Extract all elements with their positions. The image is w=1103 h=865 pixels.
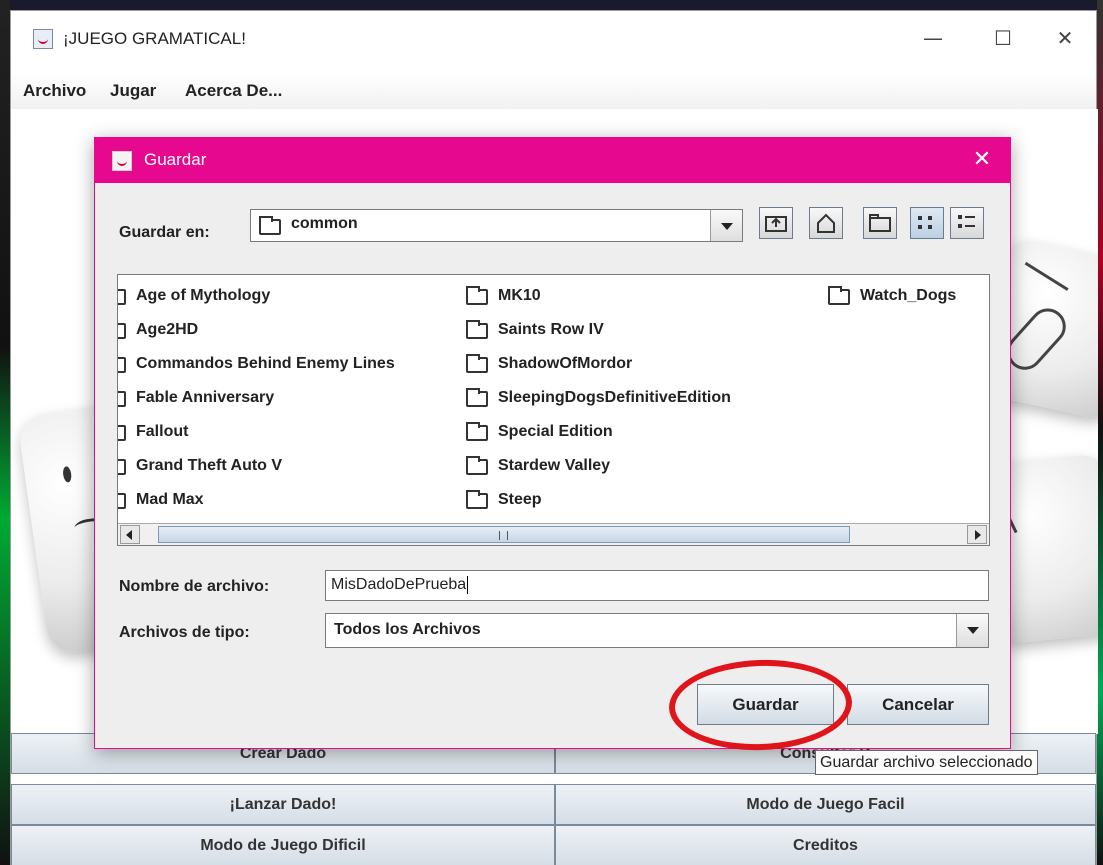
filename-input[interactable]: MisDadoDePrueba <box>325 570 989 601</box>
text-caret <box>467 576 469 594</box>
look-in-label: Guardar en: <box>119 224 210 241</box>
folder-icon <box>466 354 488 373</box>
minimize-button[interactable]: — <box>910 21 956 55</box>
maximize-button[interactable]: ☐ <box>980 21 1026 55</box>
scroll-left-icon[interactable] <box>120 525 140 544</box>
folder-icon <box>118 323 126 339</box>
filetype-combo[interactable]: Todos los Archivos <box>325 613 989 648</box>
java-app-icon <box>112 151 132 171</box>
grip-icon <box>499 531 508 540</box>
list-view-button[interactable] <box>910 207 944 239</box>
folder-icon <box>259 216 281 235</box>
tooltip: Guardar archivo seleccionado <box>815 750 1038 775</box>
folder-icon <box>466 456 488 475</box>
modo-juego-facil-button[interactable]: Modo de Juego Facil <box>555 784 1096 825</box>
folder-icon <box>466 320 488 339</box>
filename-value: MisDadoDePrueba <box>331 576 467 594</box>
lanzar-dado-button[interactable]: ¡Lanzar Dado! <box>11 784 555 825</box>
main-title-bar: ¡JUEGO GRAMATICAL! — ☐ ✕ <box>11 11 1096 73</box>
folder-icon <box>118 357 126 373</box>
chevron-down-icon[interactable] <box>956 614 988 647</box>
up-one-level-icon <box>765 216 787 232</box>
dialog-title-bar: Guardar ✕ <box>95 138 1010 183</box>
scroll-right-icon[interactable] <box>967 525 987 544</box>
folder-icon <box>828 286 850 305</box>
menu-archivo[interactable]: Archivo <box>23 81 86 101</box>
menu-jugar[interactable]: Jugar <box>110 81 156 101</box>
filename-label: Nombre de archivo: <box>119 578 270 595</box>
desktop-edge-left <box>0 0 10 865</box>
home-icon <box>817 213 835 233</box>
folder-icon <box>118 289 126 305</box>
folder-icon <box>466 490 488 509</box>
menu-acerca-de[interactable]: Acerca De... <box>185 81 282 101</box>
main-window-title: ¡JUEGO GRAMATICAL! <box>63 29 246 48</box>
folder-icon <box>118 459 126 475</box>
horizontal-scrollbar[interactable] <box>118 523 989 545</box>
list-view-icon <box>918 216 932 229</box>
new-folder-icon <box>869 214 891 232</box>
home-button[interactable] <box>809 207 843 239</box>
look-in-value: common <box>291 215 358 232</box>
details-view-button[interactable] <box>950 207 984 239</box>
folder-icon <box>466 388 488 407</box>
folder-icon <box>118 493 126 509</box>
dialog-title: Guardar <box>144 150 207 169</box>
scrollbar-thumb[interactable] <box>158 526 850 543</box>
details-view-icon <box>958 215 975 228</box>
new-folder-button[interactable] <box>863 207 897 239</box>
file-list[interactable]: Age of Mythology Age2HD Commandos Behind… <box>117 274 990 546</box>
folder-icon <box>466 286 488 305</box>
creditos-button[interactable]: Creditos <box>555 825 1096 865</box>
modo-juego-dificil-button[interactable]: Modo de Juego Dificil <box>11 825 555 865</box>
folder-icon <box>118 391 126 407</box>
menu-bar: Archivo Jugar Acerca De... <box>11 73 1096 109</box>
look-in-combo[interactable]: common <box>250 209 743 242</box>
filetype-value: Todos los Archivos <box>334 621 481 638</box>
up-one-level-button[interactable] <box>759 207 793 239</box>
close-button[interactable]: ✕ <box>1042 21 1088 55</box>
java-app-icon <box>33 29 53 49</box>
cancelar-button[interactable]: Cancelar <box>847 684 989 725</box>
filetype-label: Archivos de tipo: <box>119 624 250 641</box>
dialog-close-button[interactable]: ✕ <box>964 143 1000 177</box>
folder-icon <box>466 422 488 441</box>
folder-icon <box>118 425 126 441</box>
chevron-down-icon[interactable] <box>710 210 742 241</box>
